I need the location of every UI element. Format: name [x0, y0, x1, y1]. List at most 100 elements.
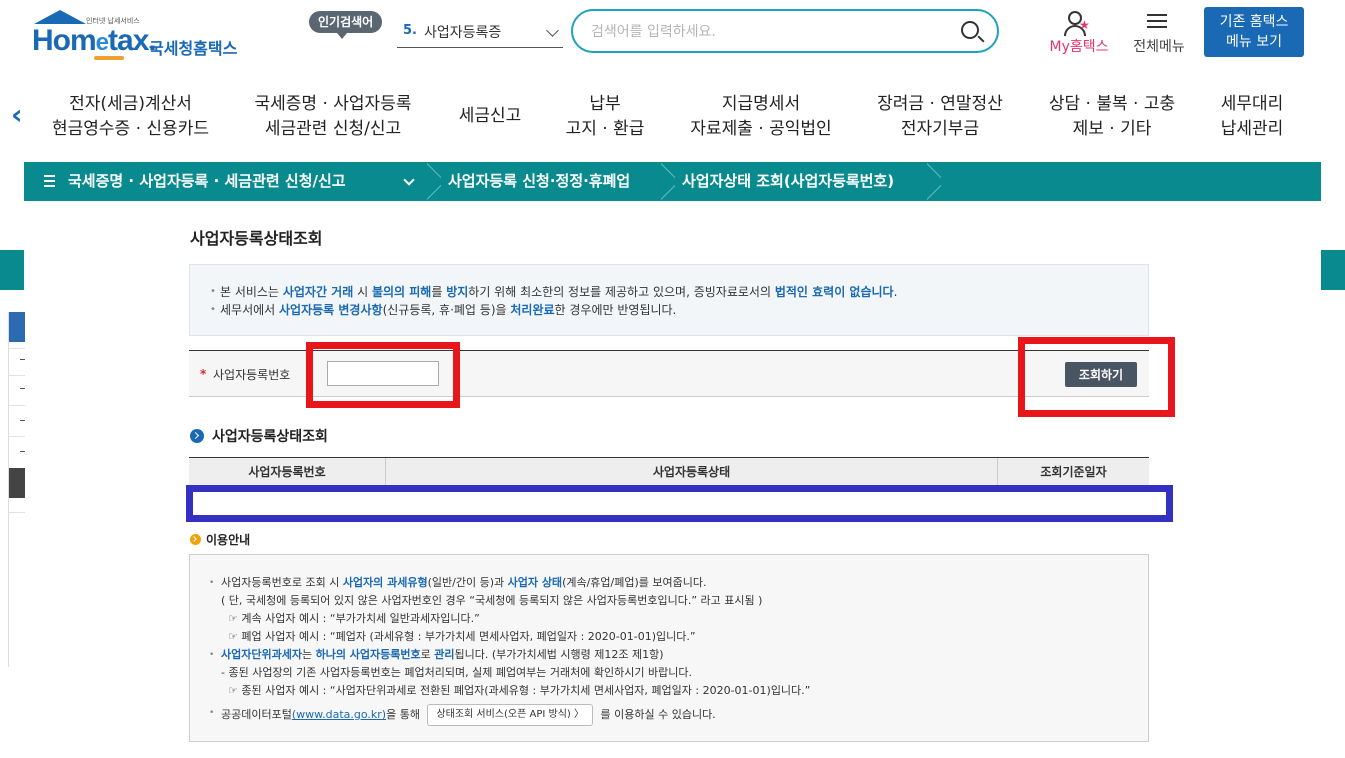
search-icon[interactable] — [961, 21, 979, 39]
gnb-item-line2: 현금영수증 · 신용카드 — [52, 119, 209, 139]
gnb-item-line2: 전자기부금 — [900, 119, 980, 139]
old-menu-line2: 메뉴 보기 — [1226, 34, 1282, 50]
breadcrumb-level1[interactable]: 국세증명 · 사업자등록 · 세금관련 신청/신고 — [68, 162, 346, 201]
gnb-item-line1: 상담 · 불복 · 고충 — [1048, 94, 1176, 114]
hamburger-icon-bar — [1147, 26, 1167, 28]
search-input[interactable] — [591, 21, 941, 43]
business-number-label: 사업자등록번호 — [213, 368, 291, 382]
all-menu-button[interactable]: 전체메뉴 — [1127, 10, 1191, 60]
menu-icon[interactable] — [44, 175, 55, 190]
breadcrumb: 국세증명 · 사업자등록 · 세금관련 신청/신고 사업자등록 신청·정정·휴폐… — [24, 162, 1321, 201]
gnb-item-incentive[interactable]: 장려금 · 연말정산 전자기부금 — [868, 92, 1012, 142]
result-col-date: 조회기준일자 — [998, 458, 1149, 486]
guide-row: 사업자단위과세자는 하나의 사업자등록번호로 관리됩니다. (부가가치세법 시행… — [208, 646, 1148, 664]
left-menu-divider — [9, 436, 25, 437]
gnb-item-line2: 자료제출 · 공익법인 — [690, 119, 832, 139]
open-api-button[interactable]: 상태조회 서비스(오픈 API 방식) 〉 — [427, 704, 593, 726]
hometax-logo[interactable]: 인터넷 납세서비스 Hometax. 국세청홈택스 — [32, 10, 247, 60]
result-section-label: 사업자등록상태조회 — [212, 429, 328, 445]
breadcrumb-separator — [427, 162, 441, 201]
popular-keyword: 사업자등록증 — [424, 25, 502, 41]
global-nav: ‹ 전자(세금)계산서 현금영수증 · 신용카드 국세증명 · 사업자등록 세금… — [0, 88, 1345, 150]
old-menu-button[interactable]: 기존 홈택스 메뉴 보기 — [1204, 7, 1304, 57]
gnb-item-statement[interactable]: 지급명세서 자료제출 · 공익법인 — [684, 92, 838, 142]
guide-row: 사업자등록번호로 조회 시 사업자의 과세유형(일반/간이 등)과 사업자 상태… — [208, 574, 1148, 592]
gnb-item-line2: 납세관리 — [1220, 119, 1284, 139]
gnb-item-line1: 국세증명 · 사업자등록 — [254, 94, 412, 114]
left-menu-divider — [9, 375, 25, 376]
side-panel-right-edge — [1321, 250, 1345, 290]
guide-row: 공공데이터포털(www.data.go.kr)을 통해 상태조회 서비스(오픈 … — [208, 704, 1148, 726]
result-col-number: 사업자등록번호 — [189, 458, 386, 486]
house-icon — [34, 10, 86, 24]
breadcrumb-level2[interactable]: 사업자등록 신청·정정·휴폐업 — [448, 162, 630, 201]
breadcrumb-separator — [927, 162, 941, 201]
gnb-item-line2: 고지 · 환급 — [565, 119, 645, 139]
chevron-down-icon — [546, 24, 559, 37]
notice-box: 본 서비스는 사업자간 거래 시 불의의 피해를 방지하기 위해 최소한의 정보… — [189, 264, 1149, 336]
all-menu-label: 전체메뉴 — [1133, 39, 1185, 55]
logo-word-pre: Hom — [32, 24, 97, 57]
star-icon: ★ — [1079, 18, 1090, 32]
gnb-item-agent[interactable]: 세무대리 납세관리 — [1210, 92, 1294, 142]
highlight-box-result — [186, 485, 1173, 522]
notice-line-1: 본 서비스는 사업자간 거래 시 불의의 피해를 방지하기 위해 최소한의 정보… — [210, 283, 1148, 301]
logo-wordmark: Hometax. — [32, 24, 157, 58]
breadcrumb-separator — [661, 162, 675, 201]
guide-box: 사업자등록번호로 조회 시 사업자의 과세유형(일반/간이 등)과 사업자 상태… — [189, 554, 1149, 742]
popular-search-select[interactable]: 5. 사업자등록증 — [397, 16, 563, 48]
gnb-item-line1: 장려금 · 연말정산 — [877, 94, 1003, 114]
page-title: 사업자등록상태조회 — [190, 229, 323, 248]
left-menu-divider — [9, 512, 25, 513]
result-col-status: 사업자등록상태 — [386, 458, 998, 486]
popular-search-label: 인기검색어 — [309, 11, 383, 39]
gnb-item-payment[interactable]: 납부 고지 · 환급 — [555, 92, 655, 142]
popular-rank: 5. — [403, 23, 417, 38]
my-hometax-button[interactable]: ★ My홈택스 — [1044, 10, 1114, 60]
gnb-item-certificate[interactable]: 국세증명 · 사업자등록 세금관련 신청/신고 — [248, 92, 418, 142]
left-menu-tab-dark[interactable] — [9, 468, 25, 498]
highlight-box-input — [306, 342, 460, 408]
guide-row: ☞ 종된 사업자 예시 : “사업자단위과세로 전환된 폐업자(과세유형 : 부… — [228, 684, 811, 697]
gnb-item-consult[interactable]: 상담 · 불복 · 고충 제보 · 기타 — [1040, 92, 1184, 142]
side-panel-left-edge — [0, 250, 24, 290]
gnb-item-tax-return[interactable]: 세금신고 — [448, 104, 532, 129]
hamburger-icon-bar — [1147, 20, 1167, 22]
search-box — [571, 9, 999, 53]
result-section-title: 사업자등록상태조회 — [190, 426, 328, 446]
gnb-item-line2: 세금관련 신청/신고 — [264, 119, 402, 139]
left-sub-menu-edge — [8, 312, 25, 667]
breadcrumb-level3[interactable]: 사업자상태 조회(사업자등록번호) — [682, 162, 894, 201]
left-menu-divider — [9, 348, 25, 349]
logo-word-e: e — [95, 29, 109, 56]
arrow-circle-icon — [190, 429, 204, 443]
data-portal-link[interactable]: (www.data.go.kr) — [292, 708, 386, 721]
required-mark: * — [200, 367, 207, 381]
left-menu-dash — [20, 388, 25, 389]
left-menu-dash — [20, 420, 25, 421]
left-menu-dash — [20, 451, 25, 452]
nav-prev-icon[interactable]: ‹ — [11, 100, 27, 130]
left-menu-divider — [9, 405, 25, 406]
guide-title-label: 이용안내 — [206, 533, 251, 547]
highlight-box-button — [1018, 337, 1175, 417]
guide-row: ☞ 계속 사업자 예시 : “부가가치세 일반과세자입니다.” — [228, 612, 480, 625]
gnb-item-line1: 지급명세서 — [721, 94, 801, 114]
gnb-item-line1: 전자(세금)계산서 — [69, 94, 192, 114]
guide-title: 이용안내 — [190, 531, 250, 548]
guide-row: ☞ 폐업 사업자 예시 : “폐업자 (과세유형 : 부가가치세 면세사업자, … — [228, 630, 696, 643]
gnb-item-line1: 납부 — [589, 94, 621, 114]
gnb-item-invoice[interactable]: 전자(세금)계산서 현금영수증 · 신용카드 — [48, 92, 213, 142]
hamburger-icon — [1147, 14, 1167, 16]
chevron-down-icon[interactable] — [403, 174, 415, 186]
gnb-item-line2: 제보 · 기타 — [1072, 119, 1152, 139]
gnb-item-line1: 세무대리 — [1220, 94, 1284, 114]
guide-row: - 종된 사업장의 기존 사업자등록번호는 폐업처리되며, 실제 폐업여부는 거… — [221, 666, 692, 679]
old-menu-line1: 기존 홈택스 — [1219, 14, 1289, 30]
left-menu-dash — [20, 359, 25, 360]
left-menu-tab[interactable] — [9, 312, 25, 342]
gnb-item-line1: 세금신고 — [458, 106, 522, 126]
my-hometax-label: My홈택스 — [1049, 39, 1109, 55]
arrow-circle-icon — [190, 534, 201, 545]
logo-kor-text: 국세청홈택스 — [149, 39, 238, 58]
